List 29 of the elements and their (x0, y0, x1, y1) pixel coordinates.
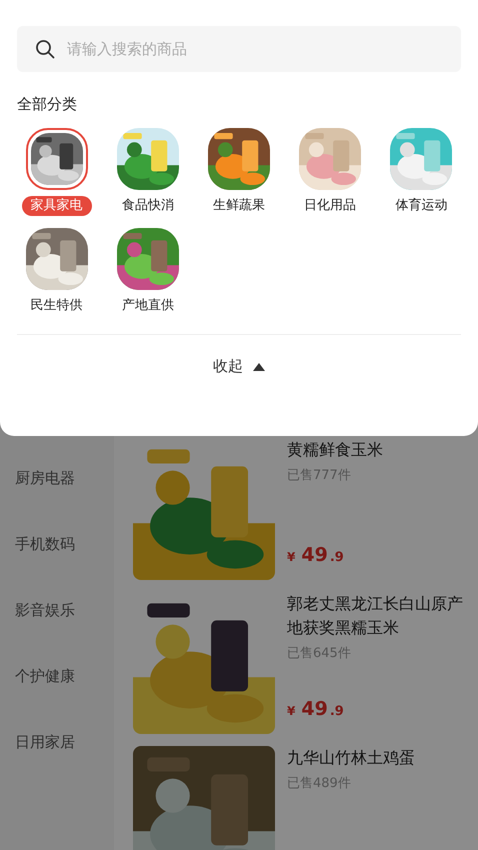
search-icon (35, 39, 55, 59)
category-item[interactable]: 民生特供 (11, 228, 102, 316)
product-title[interactable]: 黄糯鲜食玉米 (287, 438, 464, 462)
price: 49 (301, 544, 328, 566)
currency-symbol: ¥ (287, 704, 296, 718)
category-item[interactable]: 家具家电 (11, 128, 102, 216)
sold-count: 已售645件 (287, 645, 352, 662)
search-field[interactable]: 请输入搜索的商品 (17, 26, 461, 72)
currency-symbol: ¥ (287, 550, 296, 564)
sidebar-item[interactable]: 厨房电器 (0, 467, 114, 489)
sidebar-item[interactable]: 个护健康 (0, 665, 114, 687)
category-item[interactable]: 产地直供 (102, 228, 194, 316)
sidebar-item[interactable]: 手机数码 (0, 533, 114, 555)
price-decimal: .9 (330, 704, 344, 719)
sidebar-item[interactable]: 日用家居 (0, 731, 114, 753)
product-title[interactable]: 九华山竹林土鸡蛋 (287, 746, 464, 770)
collapse-button[interactable]: 收起 (213, 357, 265, 376)
price-decimal: .9 (330, 550, 344, 565)
category-item[interactable]: 体育运动 (376, 128, 467, 216)
category-item[interactable]: 生鲜蔬果 (193, 128, 285, 216)
caret-up-icon (253, 362, 265, 370)
section-title: 全部分类 (17, 94, 78, 114)
category-item[interactable]: 食品快消 (102, 128, 194, 216)
category-item[interactable]: 日化用品 (284, 128, 376, 216)
product-title[interactable]: 郭老丈黑龙江长白山原产地获奖黑糯玉米 (287, 592, 464, 640)
price: 49 (301, 698, 328, 720)
sidebar-item[interactable]: 影音娱乐 (0, 599, 114, 621)
sold-count: 已售777件 (287, 467, 352, 484)
sold-count: 已售489件 (287, 775, 352, 792)
